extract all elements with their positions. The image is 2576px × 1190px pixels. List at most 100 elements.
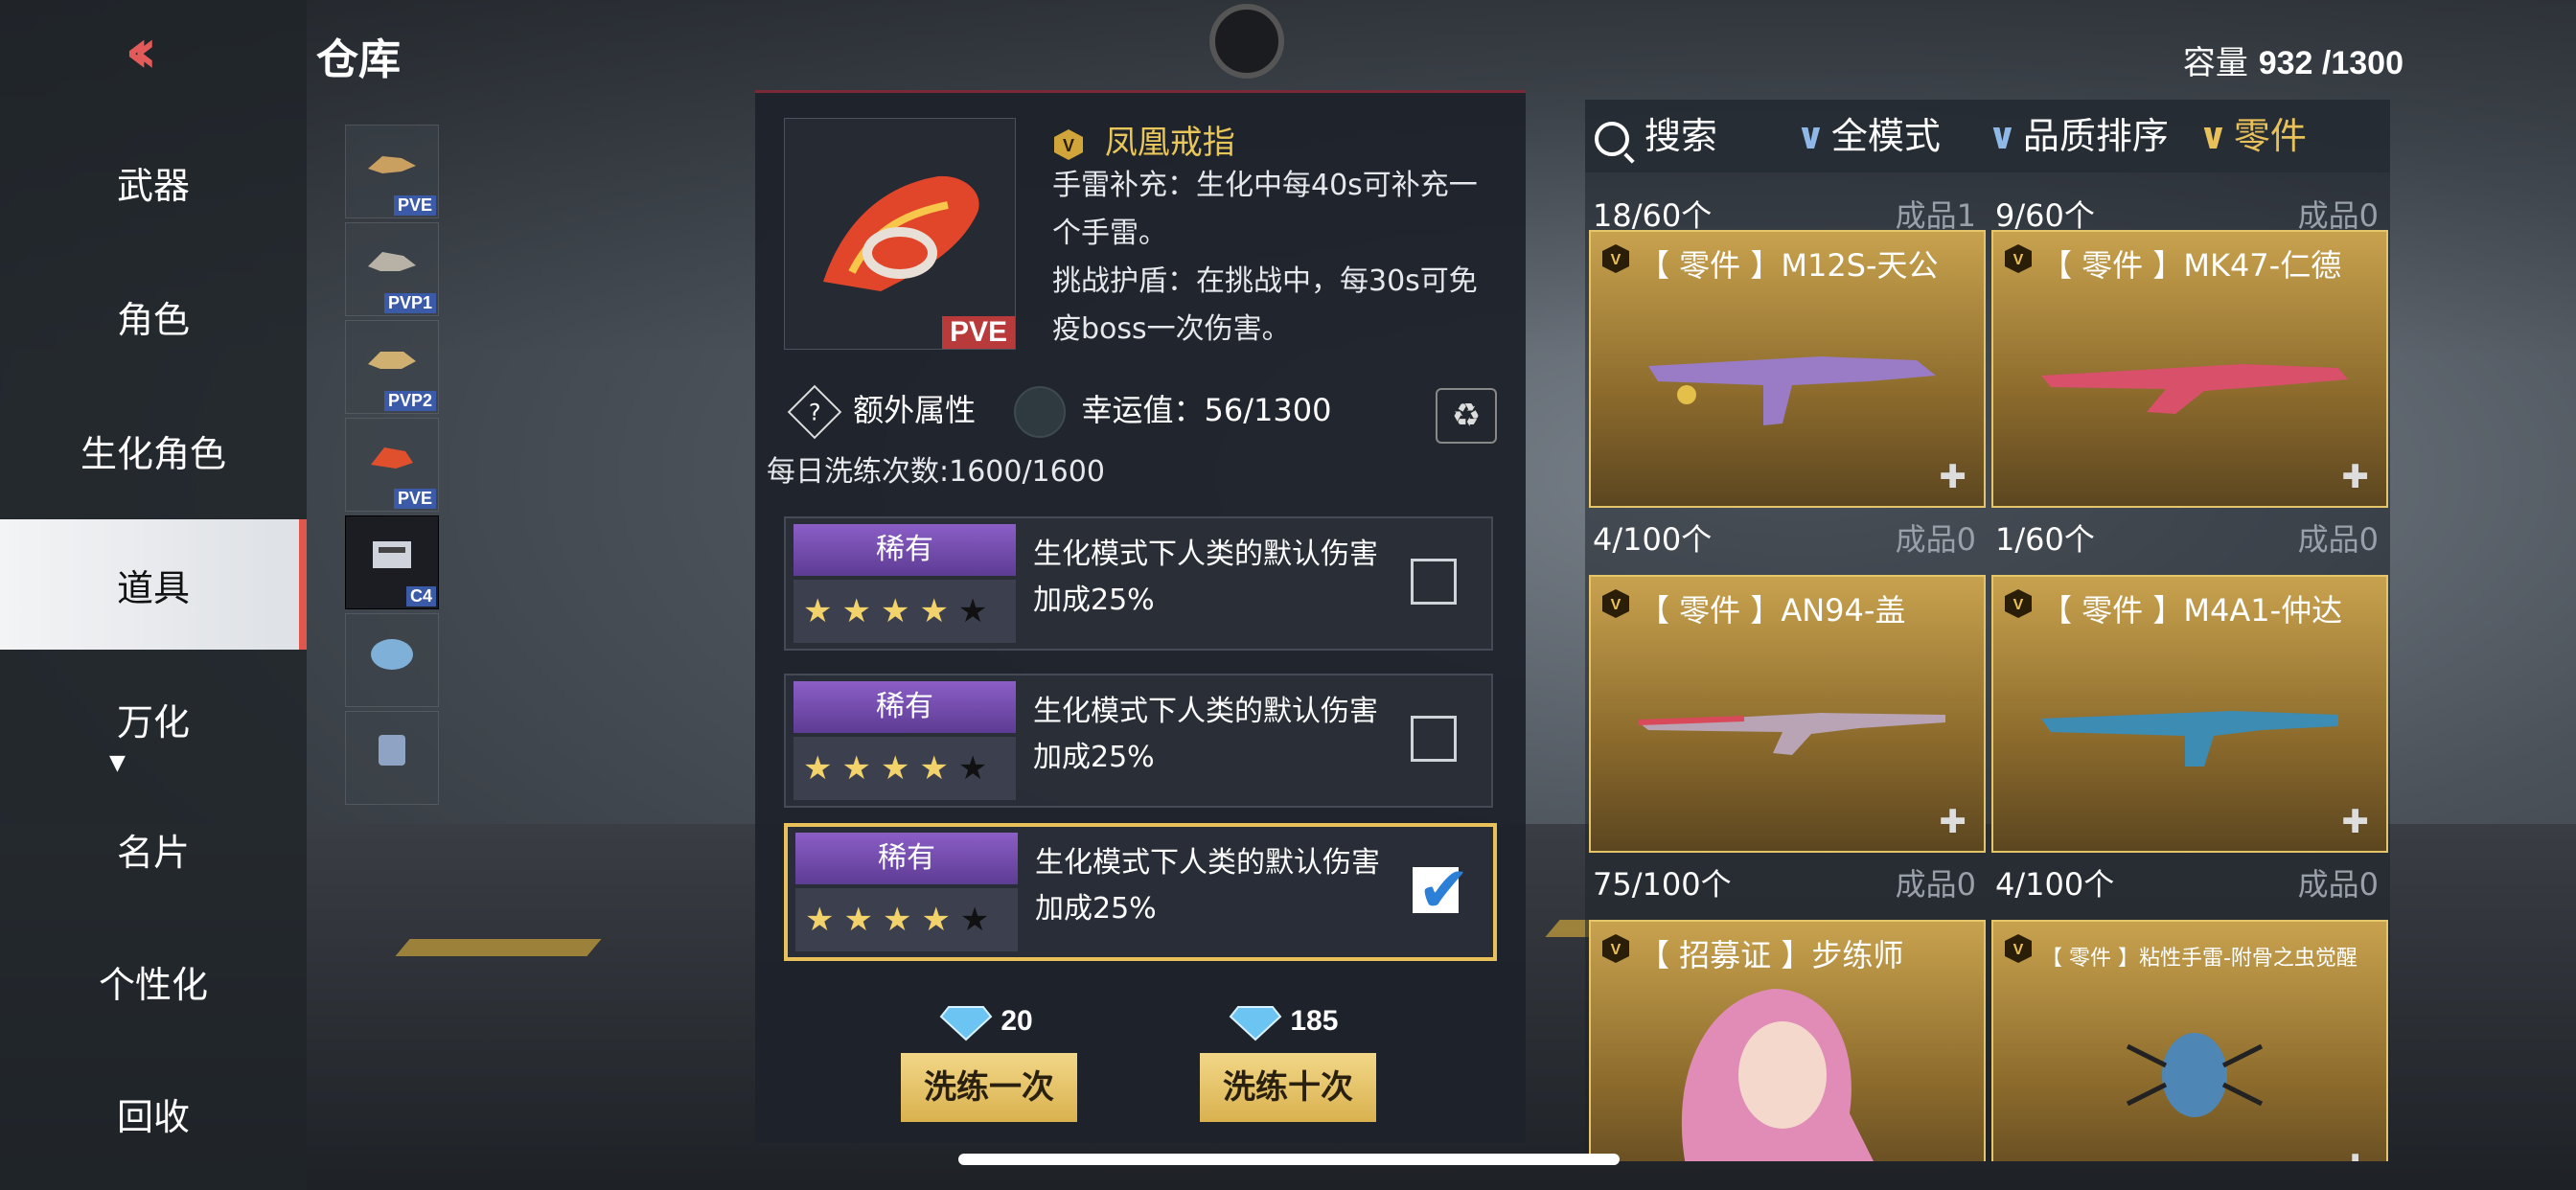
rank-v-icon: V [1602, 934, 1629, 963]
thumb-item-backpack[interactable] [345, 711, 439, 805]
filter-bar: 搜索 ∨ 全模式 ∨ 品质排序 ∨ 零件 [1585, 100, 2390, 172]
recycle-icon: ♻ [1451, 397, 1482, 435]
chevron-down-icon: ∨ [1796, 115, 1826, 157]
star-rating: ★★★★★ [794, 580, 1016, 643]
attribute-row[interactable]: 稀有 ★★★★★ 生化模式下人类的默认伤害加成25% [784, 516, 1493, 651]
nav-item-items[interactable]: 道具 [0, 519, 307, 650]
thumb-item[interactable]: PVP2 [345, 320, 439, 414]
diamond-icon [939, 1006, 993, 1041]
inventory-card[interactable]: 75/100个 成品0 V 【 招募证 】步练师 [1589, 866, 1986, 1161]
rank-v-icon: V [2005, 934, 2032, 963]
page-title: 仓库 [316, 35, 401, 84]
thumb-item[interactable]: PVE [345, 418, 439, 512]
inventory-grid-panel: 搜索 ∨ 全模式 ∨ 品质排序 ∨ 零件 18/60个 成品1 V 【 零件 】M12S… [1585, 100, 2390, 1161]
attribute-row[interactable]: 稀有 ★★★★★ 生化模式下人类的默认伤害加成25% [784, 674, 1493, 808]
svg-text:V: V [2013, 252, 2024, 268]
search-icon [1595, 121, 1629, 156]
inventory-card[interactable]: 18/60个 成品1 V 【 零件 】M12S-天公 ✚ [1589, 197, 1986, 508]
diamond-icon [1229, 1006, 1282, 1041]
back-button[interactable]: ‹‹ [125, 21, 201, 82]
home-indicator[interactable] [958, 1154, 1620, 1165]
rarity-label: 稀有 [795, 833, 1018, 884]
attribute-row-selected[interactable]: 稀有 ★★★★★ 生化模式下人类的默认伤害加成25% [784, 823, 1497, 961]
nav-item-wanhua[interactable]: 万化 [0, 653, 307, 784]
attribute-lock-checkbox-checked[interactable] [1413, 853, 1470, 927]
card-name: 【 零件 】AN94-盖 [1639, 592, 1906, 629]
expand-arrow-icon[interactable]: ▼ [109, 751, 126, 775]
attribute-lock-checkbox[interactable] [1411, 716, 1457, 762]
nav-item-weapons[interactable]: 武器 [0, 117, 307, 247]
search-button[interactable]: 搜索 [1595, 109, 1717, 163]
extra-attributes-row: ? 额外属性 幸运值：56/1300 [784, 384, 1512, 440]
nav-item-namecards[interactable]: 名片 [0, 784, 307, 914]
card-box: V 【 招募证 】步练师 [1589, 920, 1986, 1161]
item-detail-panel: PVE V 凤凰戒指 手雷补充：生化中每40s可补充一个手雷。 挑战护盾：在挑战… [755, 90, 1526, 1143]
attribute-text: 生化模式下人类的默认伤害加成25% [1033, 538, 1378, 617]
character-portrait [1681, 989, 1874, 1161]
svg-text:V: V [1611, 597, 1622, 613]
sort-dropdown[interactable]: ∨ 品质排序 [1988, 109, 2169, 163]
refine-once-cost: 20 [939, 1003, 1033, 1041]
item-name: V 凤凰戒指 [1052, 116, 1235, 163]
puzzle-piece-icon: ✚ [1939, 458, 1967, 496]
mode-filter-dropdown[interactable]: ∨ 全模式 [1796, 109, 1941, 163]
rarity-label: 稀有 [794, 681, 1016, 733]
card-count-row: 75/100个 成品0 [1593, 866, 1976, 903]
chevron-down-icon: ∨ [1988, 115, 2017, 157]
inventory-card[interactable]: 4/100个 成品0 V 【 零件 】AN94-盖 ✚ [1589, 521, 1986, 853]
card-count-row: 4/100个 成品0 [1593, 521, 1976, 558]
star-rating: ★★★★★ [795, 888, 1018, 951]
nav-item-zombie-characters[interactable]: 生化角色 [0, 385, 307, 515]
thumb-item-c4[interactable]: C4 [345, 515, 439, 609]
attribute-text: 生化模式下人类的默认伤害加成25% [1035, 846, 1380, 926]
capacity-indicator: 容量 932 /1300 [2182, 44, 2404, 82]
rifle-image [1638, 713, 1945, 755]
daily-refine-count: 每日洗练次数:1600/1600 [767, 455, 1105, 489]
puzzle-piece-icon: ✚ [2341, 458, 2370, 496]
item-image-frame: PVE [784, 118, 1016, 350]
puzzle-piece-icon: ✚ [2341, 803, 2370, 841]
attribute-text: 生化模式下人类的默认伤害加成25% [1033, 695, 1378, 774]
attribute-lock-checkbox[interactable] [1411, 559, 1457, 605]
rank-v-icon: V [2005, 244, 2032, 273]
nav-item-recycle[interactable]: 回收 [0, 1048, 307, 1179]
rifle-image [2041, 364, 2348, 414]
recycle-button[interactable]: ♻ [1436, 388, 1497, 444]
svg-text:V: V [2013, 597, 2024, 613]
card-box: V 【 零件 】AN94-盖 ✚ [1589, 575, 1986, 853]
refine-once-button[interactable]: 洗练一次 [901, 1053, 1077, 1122]
card-box: V 【 零件 】M4A1-仲达 ✚ [1991, 575, 2388, 853]
rank-v-icon: V [2005, 589, 2032, 618]
card-box: V 【 零件 】MK47-仁德 ✚ [1991, 230, 2388, 508]
svg-text:V: V [1611, 942, 1622, 958]
inventory-card[interactable]: 4/100个成品0 V 【 零件 】粘性手雷-附骨之虫觉醒 ✚ [1991, 866, 2388, 1161]
category-dropdown[interactable]: ∨ 零件 [2198, 109, 2307, 163]
item-thumbnail-list: PVE PVP1 PVP2 PVE C4 [345, 125, 441, 809]
inventory-card[interactable]: 1/60个 成品0 V 【 零件 】M4A1-仲达 ✚ [1991, 521, 2388, 853]
thumb-item[interactable]: PVP1 [345, 222, 439, 316]
refine-ten-button[interactable]: 洗练十次 [1200, 1053, 1376, 1122]
rank-v-icon: V [1602, 244, 1629, 273]
svg-text:V: V [2013, 942, 2024, 958]
card-count-row: 4/100个 成品0 [1995, 866, 2379, 903]
phoenix-ring-image [823, 175, 979, 291]
card-name: 【 零件 】M4A1-仲达 [2041, 592, 2343, 629]
card-count-row: 18/60个 成品1 [1593, 197, 1976, 234]
clover-icon [1014, 386, 1067, 438]
card-name: 【 零件 】M12S-天公 [1639, 247, 1939, 284]
beetle-grenade-image [2126, 1033, 2264, 1117]
help-icon[interactable]: ? [787, 384, 842, 440]
thumb-item-helmet[interactable] [345, 613, 439, 707]
rank-v-icon: V [1602, 589, 1629, 618]
inventory-card[interactable]: 9/60个 成品0 V 【 零件 】MK47-仁德 ✚ [1991, 197, 2388, 508]
card-box: V 【 零件 】粘性手雷-附骨之虫觉醒 ✚ [1991, 920, 2388, 1161]
card-count-row: 1/60个 成品0 [1995, 521, 2379, 558]
nav-item-personalize[interactable]: 个性化 [0, 916, 307, 1046]
refine-ten-cost: 185 [1229, 1003, 1338, 1041]
thumb-item[interactable]: PVE [345, 125, 439, 218]
svg-text:V: V [1063, 136, 1074, 155]
back-chevron-icon: ‹‹ [125, 16, 157, 87]
star-rating: ★★★★★ [794, 737, 1016, 800]
chevron-down-icon: ∨ [2198, 115, 2228, 157]
nav-item-characters[interactable]: 角色 [0, 251, 307, 381]
